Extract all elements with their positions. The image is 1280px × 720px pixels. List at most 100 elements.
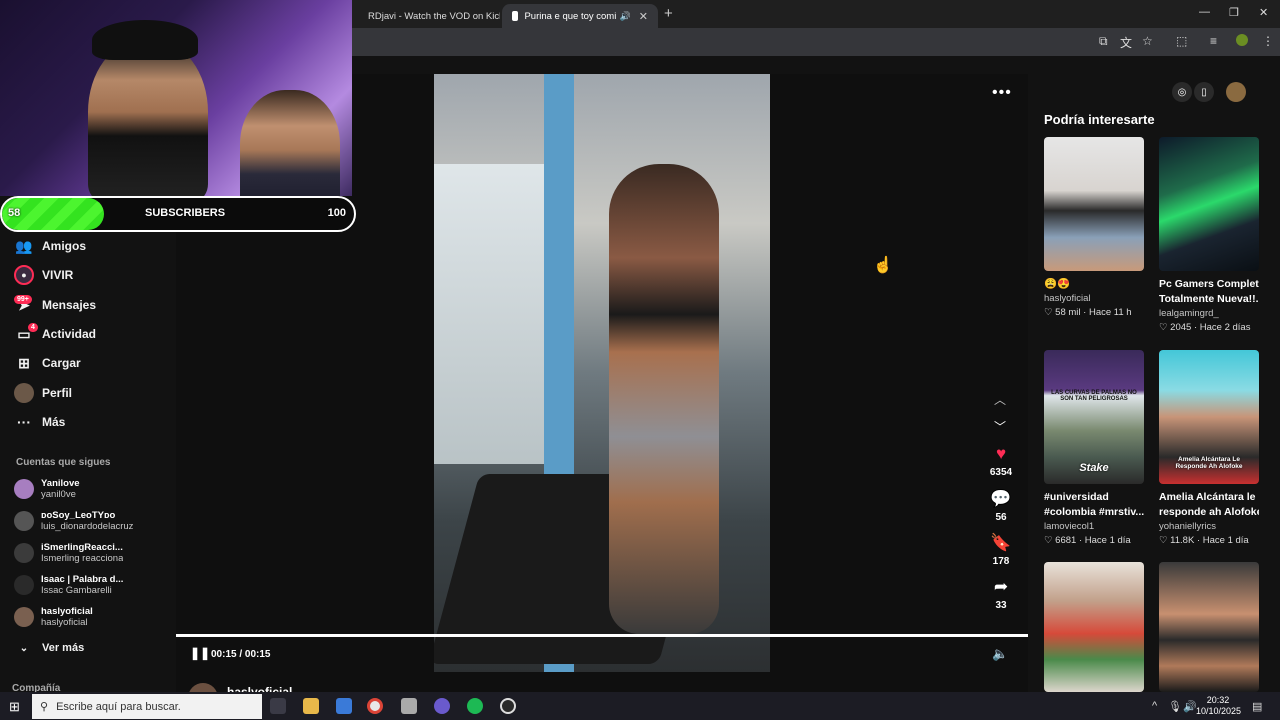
sidebar-item-cargar[interactable]: ⊞ Cargar (14, 352, 81, 374)
windows-start-icon[interactable]: ⊞ (9, 699, 20, 715)
chevron-down-icon[interactable]: ﹀ (994, 418, 1006, 435)
plus-icon[interactable]: + (664, 5, 673, 22)
tab-label: Purina e que toy comiendo (524, 10, 616, 22)
card-caption-line2: Totalmente Nueva!!... (1159, 293, 1259, 305)
notification-icon[interactable]: ▤ (1252, 700, 1262, 713)
following-item[interactable]: Yanilove yanil0ve (14, 476, 164, 502)
compass-icon[interactable]: ◎ (1172, 82, 1192, 102)
clock-time: 20:32 (1206, 695, 1230, 705)
tab-kick-vod[interactable]: RDjavi - Watch the VOD on Kick ✕ (352, 4, 500, 28)
close-icon[interactable]: ✕ (639, 10, 648, 23)
taskbar-search-placeholder: Escribe aquí para buscar. (56, 700, 181, 713)
media-icon[interactable]: ≡ (1210, 34, 1217, 48)
following-item[interactable]: iSmerlingReacci... Ismerling reacciona (14, 540, 164, 566)
card-caption-line2: responde ah Alofoke (1159, 506, 1259, 518)
see-more-button[interactable]: ⌄ Ver más (14, 637, 84, 659)
comment-count: 56 (995, 512, 1007, 523)
thumbnail[interactable] (1044, 137, 1144, 271)
sidebar-item-label: Amigos (42, 239, 87, 253)
obs-icon[interactable] (500, 698, 516, 714)
phone-icon[interactable]: ▯ (1194, 82, 1214, 102)
minimize-icon[interactable]: — (1199, 6, 1210, 18)
thumbnail[interactable] (1159, 562, 1259, 692)
microphone-icon[interactable]: 🎙 (1168, 700, 1182, 713)
friends-icon: 👥 (15, 237, 33, 254)
thumbnail[interactable]: LAS CURVAS DE PALMAS NO SON TAN PELIGROS… (1044, 350, 1144, 484)
card-caption: 😩😍 (1044, 278, 1071, 290)
speaker-icon[interactable]: 🔊 (620, 11, 631, 22)
thumbnail[interactable]: Amelia Alcántara Le Responde Ah Alofoke (1159, 350, 1259, 484)
following-item[interactable]: Isaac | Palabra d... Issac Gambarelli (14, 572, 164, 598)
video-progress-bar[interactable] (176, 634, 1028, 637)
recommendation-card[interactable]: Pc Gamers Completa Totalmente Nueva!!...… (1159, 137, 1259, 333)
following-item[interactable]: haslyoficial haslyoficial (14, 604, 164, 630)
extensions-icon[interactable]: ⬚ (1176, 34, 1187, 48)
following-item[interactable]: ᴅᴏSoy_LeoTYᴅᴏ luis_dionardodelacruz (14, 508, 164, 534)
volume-icon[interactable]: 🔊 (1183, 700, 1197, 713)
app-icon[interactable] (401, 698, 417, 714)
card-likes: 2045 (1170, 322, 1192, 333)
sidebar-item-vivir[interactable]: ● VIVIR (14, 264, 73, 286)
follow-name: Isaac | Palabra d... (41, 574, 124, 585)
follow-user: luis_dionardodelacruz (41, 521, 134, 532)
recommendations-title: Podría interesarte (1044, 112, 1155, 127)
recommendation-card[interactable]: 😩😍 haslyoficial ♡ 58 mil · Hace 11 h (1044, 137, 1144, 318)
card-likes: 6681 (1055, 535, 1077, 546)
sidebar-item-mas[interactable]: ··· Más (14, 411, 65, 433)
sidebar-item-label: Perfil (42, 386, 73, 400)
chrome-icon[interactable] (367, 698, 383, 714)
bookmark-count: 178 (992, 556, 1010, 567)
chevron-down-icon: ⌄ (19, 642, 29, 654)
bookmark-button[interactable]: 🔖 178 (984, 533, 1018, 567)
task-view-icon[interactable] (270, 698, 286, 714)
recommendation-card[interactable] (1044, 562, 1144, 692)
recommendation-card[interactable]: Amelia Alcántara Le Responde Ah Alofoke … (1159, 350, 1259, 546)
close-icon[interactable]: ✕ (1259, 6, 1268, 19)
avatar[interactable] (1226, 82, 1246, 102)
card-user: haslyoficial (1044, 293, 1091, 304)
heart-icon: ♡ (1159, 535, 1168, 546)
see-more-label: Ver más (42, 642, 85, 654)
recommendation-card[interactable]: LAS CURVAS DE PALMAS NO SON TAN PELIGROS… (1044, 350, 1144, 546)
card-caption-line2: #colombia #mrstiv... (1044, 506, 1144, 518)
chevron-up-icon[interactable]: ︿ (994, 391, 1006, 408)
card-caption: #universidad (1044, 491, 1109, 503)
thumbnail[interactable] (1044, 562, 1144, 692)
video-progress-fill (176, 634, 1028, 637)
volume-icon[interactable]: 🔈 (992, 646, 1008, 662)
discord-icon[interactable] (434, 698, 450, 714)
video-player[interactable] (434, 74, 770, 672)
sidebar-item-perfil[interactable]: Perfil (14, 382, 72, 404)
follow-name: ᴅᴏSoy_LeoTYᴅᴏ (41, 510, 116, 521)
spotify-icon[interactable] (467, 698, 483, 714)
avatar[interactable] (1236, 34, 1248, 46)
pause-icon[interactable]: ❚❚ (190, 646, 210, 660)
sub-label: SUBSCRIBERS (145, 207, 226, 219)
sub-goal-bar: 58 SUBSCRIBERS 100 (0, 196, 356, 232)
taskbar-search[interactable]: ⚲ Escribe aquí para buscar. (32, 694, 262, 719)
comment-button[interactable]: 💬 56 (984, 489, 1018, 523)
recommendation-card[interactable] (1159, 562, 1259, 692)
restore-icon[interactable]: ❐ (1229, 6, 1239, 19)
cast-icon[interactable]: ⧉ (1099, 34, 1108, 49)
menu-icon[interactable]: ⋮ (1262, 34, 1274, 48)
translate-icon[interactable]: 文 (1120, 34, 1132, 51)
thumbnail[interactable] (1159, 137, 1259, 271)
sidebar-item-amigos[interactable]: 👥 Amigos (14, 235, 86, 257)
search-icon: ⚲ (40, 701, 49, 713)
like-count: 6354 (989, 467, 1013, 478)
store-icon[interactable] (336, 698, 352, 714)
more-dots-icon[interactable]: ••• (992, 84, 1012, 102)
heart-icon: ♡ (1044, 535, 1053, 546)
file-explorer-icon[interactable] (303, 698, 319, 714)
sidebar-item-actividad[interactable]: ▭ Actividad (14, 323, 96, 345)
star-icon[interactable]: ☆ (1142, 34, 1153, 48)
tab-tiktok[interactable]: Purina e que toy comiendo 🔊 ✕ (502, 4, 658, 28)
card-age: Hace 2 días (1199, 322, 1251, 333)
taskbar-clock[interactable]: 20:32 10/10/2025 (1196, 695, 1241, 717)
card-age: Hace 1 día (1084, 535, 1131, 546)
chevron-up-icon[interactable]: ^ (1152, 700, 1157, 712)
video-window-scene (434, 164, 544, 464)
like-button[interactable]: ♥ 6354 (984, 444, 1018, 478)
share-button[interactable]: ➦ 33 (984, 577, 1018, 611)
